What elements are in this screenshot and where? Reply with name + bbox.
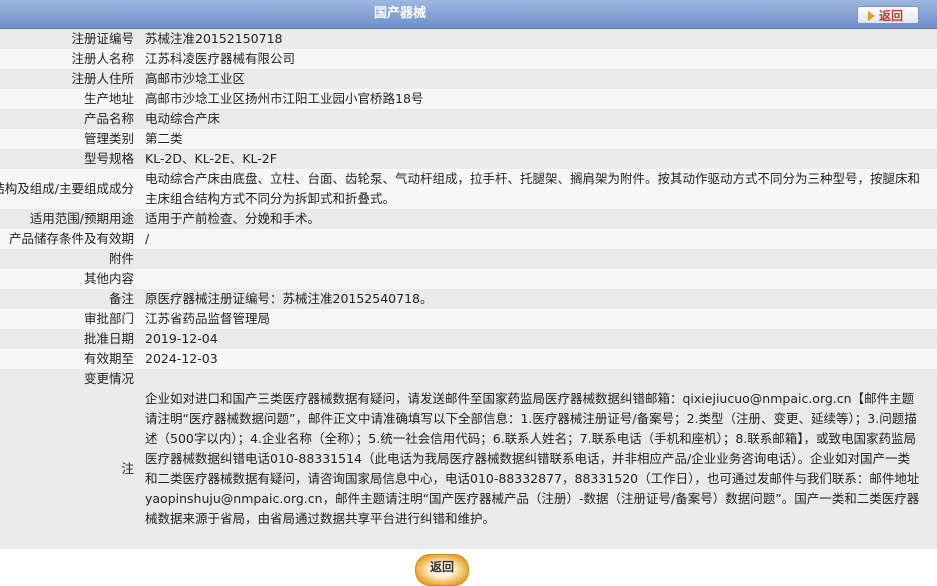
field-value: 江苏省药品监督管理局 (145, 311, 271, 326)
field-label: 注册证编号 (71, 31, 134, 46)
row-approval-date: 批准日期 2019-12-04 (0, 329, 937, 349)
field-label: 变更情况 (83, 371, 134, 386)
row-registrant: 注册人名称 江苏科凌医疗器械有限公司 (0, 49, 937, 69)
field-value: 电动综合产床 (145, 111, 221, 126)
field-value: 适用于产前检查、分娩和手术。 (145, 211, 321, 226)
field-label: 注册人住所 (71, 71, 134, 86)
field-value: 电动综合产床由底盘、立柱、台面、齿轮泵、气动杆组成，拉手杆、托腿架、搁肩架为附件… (145, 171, 921, 206)
arrow-right-icon (868, 11, 875, 21)
field-label: 产品储存条件及有效期 (8, 231, 134, 246)
field-label: 有效期至 (83, 351, 134, 366)
field-label: 审批部门 (83, 311, 134, 326)
field-label: 附件 (108, 251, 134, 266)
row-scope: 适用范围/预期用途 适用于产前检查、分娩和手术。 (0, 209, 937, 229)
field-value (141, 249, 921, 269)
field-value: 江苏科凌医疗器械有限公司 (145, 51, 296, 66)
row-composition: 结构及组成/主要组成成分 电动综合产床由底盘、立柱、台面、齿轮泵、气动杆组成，拉… (0, 169, 937, 209)
field-value: 第二类 (145, 131, 183, 146)
field-label: 产品名称 (83, 111, 134, 126)
field-value: 高邮市沙埝工业区 (145, 71, 246, 86)
field-label: 型号规格 (83, 151, 134, 166)
field-label: 管理类别 (83, 131, 134, 146)
field-label: 注册人名称 (71, 51, 134, 66)
bottom-back-button[interactable]: 返回 (415, 554, 469, 586)
row-storage: 产品储存条件及有效期 / (0, 229, 937, 249)
back-button-label: 返回 (879, 9, 904, 23)
field-label: 注 (121, 461, 134, 476)
field-value: / (145, 231, 150, 246)
row-reg-no: 注册证编号 苏械注准20152150718 (0, 29, 937, 49)
field-value: 2019-12-04 (145, 331, 218, 346)
row-attachment: 附件 (0, 249, 937, 269)
row-production: 生产地址 高邮市沙埝工业区扬州市江阳工业园小官桥路18号 (0, 89, 937, 109)
row-model: 型号规格 KL-2D、KL-2E、KL-2F (0, 149, 937, 169)
row-authority: 审批部门 江苏省药品监督管理局 (0, 309, 937, 329)
field-label: 备注 (108, 291, 134, 306)
field-label: 批准日期 (83, 331, 134, 346)
row-valid-until: 有效期至 2024-12-03 (0, 349, 937, 369)
row-category: 管理类别 第二类 (0, 129, 937, 149)
row-product: 产品名称 电动综合产床 (0, 109, 937, 129)
field-value: KL-2D、KL-2E、KL-2F (145, 151, 277, 166)
row-other: 其他内容 (0, 269, 937, 289)
field-value (141, 269, 921, 289)
row-note: 注 企业如对进口和国产三类医疗器械数据有疑问，请发送邮件至国家药监局医疗器械数据… (0, 389, 937, 549)
page-title: 国产器械 (373, 6, 426, 21)
field-value: 高邮市沙埝工业区扬州市江阳工业园小官桥路18号 (145, 91, 424, 106)
field-label: 结构及组成/主要组成成分 (0, 181, 134, 196)
field-value: 2024-12-03 (145, 351, 218, 366)
row-remark: 备注 原医疗器械注册证编号：苏械注准20152540718。 (0, 289, 937, 309)
back-button[interactable]: 返回 (857, 6, 919, 24)
field-label: 其他内容 (83, 271, 134, 286)
title-bar: 国产器械 返回 (0, 0, 937, 29)
field-value: 苏械注准20152150718 (145, 31, 283, 46)
field-value (141, 369, 921, 389)
row-changes: 变更情况 (0, 369, 937, 389)
field-value: 原医疗器械注册证编号：苏械注准20152540718。 (145, 291, 433, 306)
note-text: 企业如对进口和国产三类医疗器械数据有疑问，请发送邮件至国家药监局医疗器械数据纠错… (145, 391, 920, 526)
row-address: 注册人住所 高邮市沙埝工业区 (0, 69, 937, 89)
field-label: 适用范围/预期用途 (29, 211, 134, 226)
field-label: 生产地址 (83, 91, 134, 106)
